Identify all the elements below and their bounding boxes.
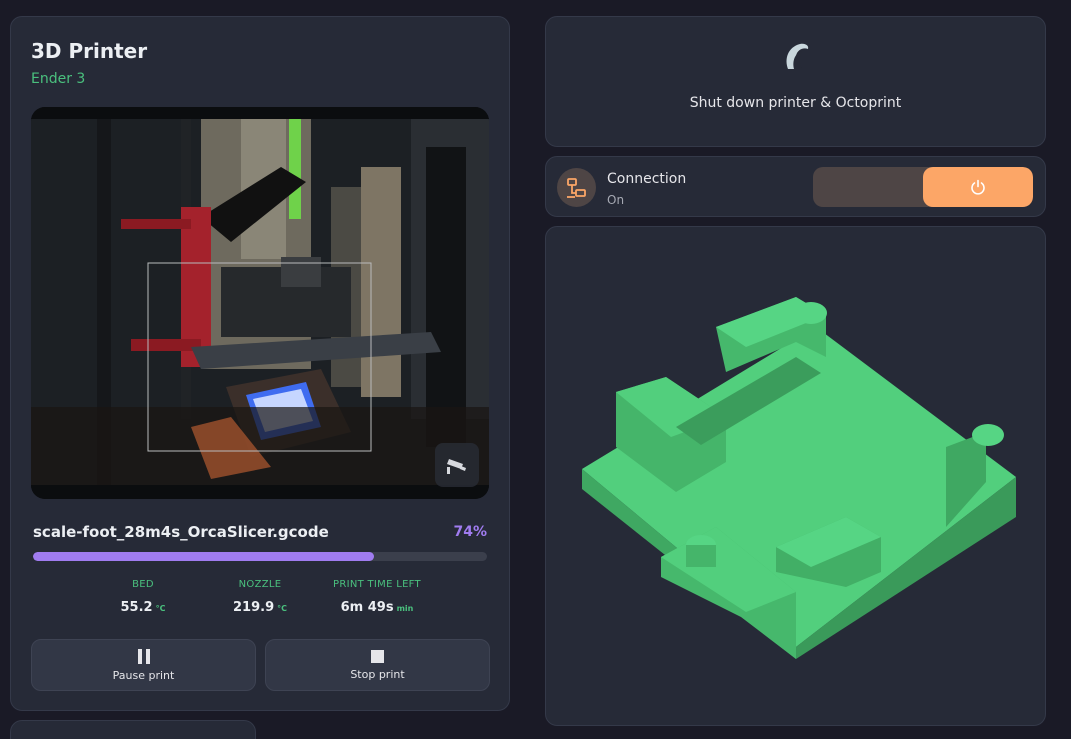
nozzle-unit: °C xyxy=(277,604,287,613)
nozzle-temperature: NOZZLE 219.9 °C xyxy=(210,579,310,615)
shutdown-button[interactable]: Shut down printer & Octoprint xyxy=(545,16,1046,147)
job-filename: scale-foot_28m4s_OrcaSlicer.gcode xyxy=(33,523,329,541)
power-icon xyxy=(971,179,985,195)
connection-toggle-knob[interactable] xyxy=(923,167,1033,207)
next-card-partial xyxy=(10,720,256,739)
camera-image xyxy=(31,107,489,499)
connection-avatar xyxy=(557,168,596,207)
cctv-camera-icon xyxy=(447,459,466,474)
camera-feed[interactable] xyxy=(31,107,489,499)
network-icon xyxy=(566,177,586,198)
connection-toggle[interactable] xyxy=(813,167,1033,207)
printer-card: 3D Printer Ender 3 scale-foot_28m4s_Orca… xyxy=(10,16,510,711)
pause-icon xyxy=(137,648,150,664)
job-progress-bar xyxy=(33,552,487,561)
stop-print-label: Stop print xyxy=(350,667,405,681)
connection-card: Connection On xyxy=(545,156,1046,217)
time-left-label: PRINT TIME LEFT xyxy=(333,579,421,590)
octoprint-icon xyxy=(786,43,809,69)
bed-value: 55.2 xyxy=(120,600,153,615)
nozzle-label: NOZZLE xyxy=(238,579,282,590)
bed-temperature: BED 55.2 °C xyxy=(93,579,193,615)
model-preview[interactable] xyxy=(545,226,1046,726)
job-progress-percent: 74% xyxy=(453,524,487,540)
nozzle-value: 219.9 xyxy=(233,600,275,615)
bed-unit: °C xyxy=(155,604,166,613)
stop-icon xyxy=(371,649,384,663)
gcode-model-render xyxy=(582,297,1016,659)
printer-title: 3D Printer xyxy=(31,39,148,63)
stop-print-button[interactable]: Stop print xyxy=(265,639,490,691)
pause-print-label: Pause print xyxy=(112,668,175,682)
time-left-unit: min xyxy=(396,604,414,613)
camera-snapshot-button[interactable] xyxy=(435,443,479,487)
connection-status: On xyxy=(607,193,625,207)
time-left-value: 6m 49s xyxy=(340,600,394,615)
print-time-left: PRINT TIME LEFT 6m 49s min xyxy=(317,579,437,615)
connection-title: Connection xyxy=(607,171,687,187)
printer-model: Ender 3 xyxy=(31,71,86,87)
job-progress-fill xyxy=(33,552,374,561)
shutdown-label: Shut down printer & Octoprint xyxy=(689,95,902,111)
pause-print-button[interactable]: Pause print xyxy=(31,639,256,691)
bed-label: BED xyxy=(132,579,154,590)
